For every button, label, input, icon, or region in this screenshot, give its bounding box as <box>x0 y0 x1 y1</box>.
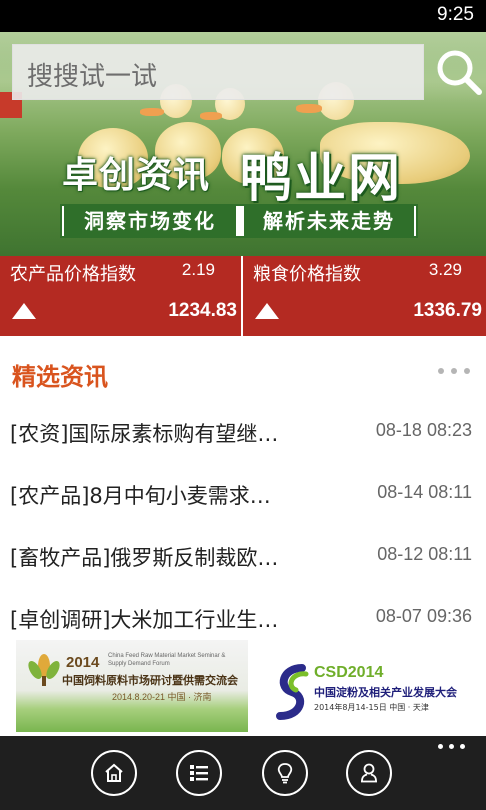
app-bar <box>0 736 486 810</box>
news-item[interactable]: [畜牧产品]俄罗斯反制裁欧… 08-12 08:11 <box>0 530 486 586</box>
search-button[interactable] <box>434 46 484 98</box>
ad-subtitle: China Feed Raw Material Market Seminar &… <box>108 653 226 667</box>
status-bar: 9:25 <box>0 0 486 32</box>
news-title: [卓创调研]大米加工行业生… <box>10 608 279 632</box>
search-input[interactable]: 搜搜试一试 <box>12 44 424 100</box>
ad-name: 中国饲料原料市场研讨暨供需交流会 <box>62 674 238 687</box>
tips-button[interactable] <box>262 750 308 796</box>
arrow-up-icon <box>255 303 279 319</box>
index-tile-grain[interactable]: 粮食价格指数 3.29 1336.79 <box>243 256 486 336</box>
index-tile-agri[interactable]: 农产品价格指数 2.19 1234.83 <box>0 256 241 336</box>
search-icon <box>437 50 482 95</box>
home-icon <box>105 763 123 782</box>
news-time: 08-14 08:11 <box>377 482 472 502</box>
banner-title-right: 鸭业网 <box>240 149 403 209</box>
news-time: 08-12 08:11 <box>377 544 472 564</box>
status-time: 9:25 <box>437 4 474 25</box>
slogan-right: 解析未来走势 <box>244 206 414 236</box>
user-icon <box>361 763 377 783</box>
news-time: 08-18 08:23 <box>375 420 472 440</box>
more-icon[interactable] <box>436 360 472 380</box>
index-change: 3.29 <box>428 260 462 279</box>
news-title: [农资]国际尿素标购有望继… <box>10 422 279 446</box>
index-change: 2.19 <box>181 260 215 279</box>
index-value: 1336.79 <box>413 300 482 321</box>
news-title: [畜牧产品]俄罗斯反制裁欧… <box>10 546 279 570</box>
banner-title: 卓创资讯 鸭业网 <box>62 136 420 209</box>
arrow-up-icon <box>12 303 36 319</box>
csd-logo-icon <box>276 664 309 720</box>
index-name: 农产品价格指数 <box>10 264 136 285</box>
banner-title-left: 卓创资讯 <box>62 155 211 196</box>
index-value: 1234.83 <box>168 300 237 321</box>
lightbulb-icon <box>277 763 293 784</box>
list-icon <box>190 765 208 781</box>
section-title: 精选资讯 <box>12 363 108 391</box>
ad-banner-starch-conference[interactable]: CSD2014 中国淀粉及相关产业发展大会 2014年8月14-15日 中国 ·… <box>268 640 478 732</box>
ad-date: 2014年8月14-15日 中国 · 天津 <box>314 703 429 712</box>
index-name: 粮食价格指数 <box>253 264 361 285</box>
more-options-icon[interactable] <box>436 742 468 752</box>
profile-button[interactable] <box>346 750 392 796</box>
list-button[interactable] <box>176 750 222 796</box>
news-time: 08-07 09:36 <box>375 606 472 626</box>
banner-slogan: 洞察市场变化 解析未来走势 <box>60 204 418 238</box>
ad-date: 2014.8.20-21 中国 · 济南 <box>112 692 212 702</box>
search-placeholder: 搜搜试一试 <box>27 62 158 92</box>
news-item[interactable]: [农产品]8月中旬小麦需求… 08-14 08:11 <box>0 468 486 524</box>
ad-name: 中国淀粉及相关产业发展大会 <box>314 686 457 699</box>
news-item[interactable]: [农资]国际尿素标购有望继… 08-18 08:23 <box>0 406 486 462</box>
home-button[interactable] <box>91 750 137 796</box>
slogan-left: 洞察市场变化 <box>64 206 236 236</box>
ad-year: CSD2014 <box>314 664 384 681</box>
wheat-logo-icon <box>28 654 60 686</box>
ad-banner-feed-seminar[interactable]: 2014 China Feed Raw Material Market Semi… <box>16 640 248 732</box>
ad-year: 2014 <box>66 654 100 671</box>
news-title: [农产品]8月中旬小麦需求… <box>10 484 271 508</box>
